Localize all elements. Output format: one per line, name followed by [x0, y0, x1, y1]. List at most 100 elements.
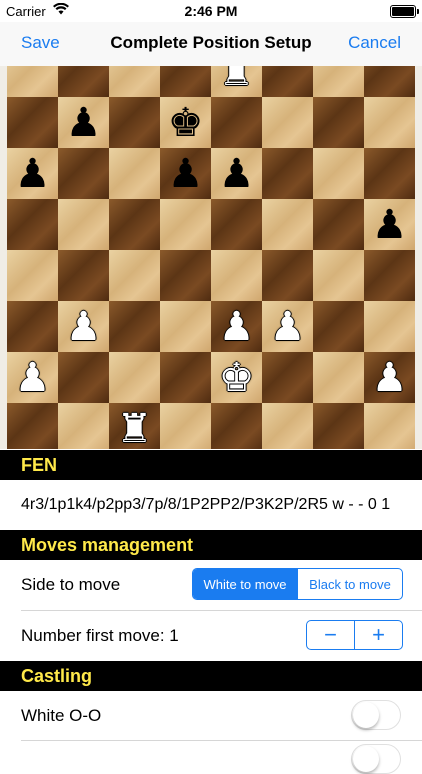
white-king-icon[interactable]: ♚ [219, 358, 255, 398]
white-rook-icon[interactable]: ♜ [219, 66, 255, 92]
square-a1[interactable] [7, 403, 58, 449]
square-e7[interactable] [211, 97, 262, 148]
castling-section-header: Castling [0, 661, 422, 691]
square-h1[interactable] [364, 403, 415, 449]
square-f6[interactable] [262, 148, 313, 199]
square-e8[interactable]: ♜ [211, 66, 262, 97]
black-pawn-icon[interactable]: ♟ [66, 103, 102, 143]
square-f8[interactable] [262, 66, 313, 97]
square-c6[interactable] [109, 148, 160, 199]
square-c4[interactable] [109, 250, 160, 301]
battery-icon [390, 5, 419, 18]
square-a8[interactable] [7, 66, 58, 97]
square-g1[interactable] [313, 403, 364, 449]
square-e4[interactable] [211, 250, 262, 301]
square-b7[interactable]: ♟ [58, 97, 109, 148]
square-h3[interactable] [364, 301, 415, 352]
moves-header-label: Moves management [21, 535, 194, 555]
square-f4[interactable] [262, 250, 313, 301]
square-d7[interactable]: ♚ [160, 97, 211, 148]
square-g5[interactable] [313, 199, 364, 250]
square-h7[interactable] [364, 97, 415, 148]
square-a4[interactable] [7, 250, 58, 301]
white-to-move-option[interactable]: White to move [193, 569, 297, 599]
black-pawn-icon[interactable]: ♟ [15, 154, 51, 194]
moves-section-header: Moves management [0, 530, 422, 560]
square-e3[interactable]: ♟ [211, 301, 262, 352]
fen-header-label: FEN [21, 455, 57, 475]
next-castling-toggle[interactable] [351, 744, 401, 774]
square-b6[interactable] [58, 148, 109, 199]
square-h4[interactable] [364, 250, 415, 301]
square-e5[interactable] [211, 199, 262, 250]
square-a3[interactable] [7, 301, 58, 352]
black-pawn-icon[interactable]: ♟ [168, 154, 204, 194]
square-f3[interactable]: ♟ [262, 301, 313, 352]
square-e1[interactable] [211, 403, 262, 449]
square-e6[interactable]: ♟ [211, 148, 262, 199]
black-pawn-icon[interactable]: ♟ [219, 154, 255, 194]
square-d3[interactable] [160, 301, 211, 352]
toggle-knob [353, 702, 379, 728]
fen-section-header: FEN [0, 450, 422, 480]
square-a5[interactable] [7, 199, 58, 250]
cancel-button[interactable]: Cancel [348, 33, 401, 53]
side-to-move-segmented-control[interactable]: White to move Black to move [192, 568, 403, 600]
white-pawn-icon[interactable]: ♟ [372, 358, 408, 398]
square-b8[interactable] [58, 66, 109, 97]
black-pawn-icon[interactable]: ♟ [372, 205, 408, 245]
square-a2[interactable]: ♟ [7, 352, 58, 403]
white-pawn-icon[interactable]: ♟ [270, 307, 306, 347]
square-h5[interactable]: ♟ [364, 199, 415, 250]
white-pawn-icon[interactable]: ♟ [15, 358, 51, 398]
square-d1[interactable] [160, 403, 211, 449]
square-d5[interactable] [160, 199, 211, 250]
first-move-stepper[interactable]: − + [306, 620, 403, 650]
chess-board[interactable]: ♜ ♟ ♚ ♟ ♟ ♟ ♟ ♟ ♟ ♟ ♟ ♚ ♟ ♜ [7, 66, 415, 449]
square-h8[interactable] [364, 66, 415, 97]
square-d8[interactable] [160, 66, 211, 97]
decrement-button[interactable]: − [307, 621, 354, 649]
square-g6[interactable] [313, 148, 364, 199]
square-g2[interactable] [313, 352, 364, 403]
square-f7[interactable] [262, 97, 313, 148]
square-c1[interactable]: ♜ [109, 403, 160, 449]
navigation-bar: Save Complete Position Setup Cancel [0, 22, 422, 66]
fen-row[interactable]: 4r3/1p1k4/p2pp3/7p/8/1P2PP2/P3K2P/2R5 w … [0, 480, 422, 530]
white-rook-icon[interactable]: ♜ [117, 409, 153, 449]
square-d2[interactable] [160, 352, 211, 403]
square-b4[interactable] [58, 250, 109, 301]
square-d4[interactable] [160, 250, 211, 301]
black-king-icon[interactable]: ♚ [168, 103, 204, 143]
square-h6[interactable] [364, 148, 415, 199]
fen-value: 4r3/1p1k4/p2pp3/7p/8/1P2PP2/P3K2P/2R5 w … [21, 496, 391, 513]
square-b3[interactable]: ♟ [58, 301, 109, 352]
square-d6[interactable]: ♟ [160, 148, 211, 199]
white-oo-toggle[interactable] [351, 700, 401, 730]
square-g4[interactable] [313, 250, 364, 301]
square-g7[interactable] [313, 97, 364, 148]
square-c8[interactable] [109, 66, 160, 97]
square-g3[interactable] [313, 301, 364, 352]
increment-button[interactable]: + [354, 621, 402, 649]
first-move-label: Number first move: 1 [21, 626, 179, 645]
square-b2[interactable] [58, 352, 109, 403]
square-f1[interactable] [262, 403, 313, 449]
white-pawn-icon[interactable]: ♟ [219, 307, 255, 347]
square-e2[interactable]: ♚ [211, 352, 262, 403]
square-b1[interactable] [58, 403, 109, 449]
square-c3[interactable] [109, 301, 160, 352]
square-a6[interactable]: ♟ [7, 148, 58, 199]
square-f2[interactable] [262, 352, 313, 403]
square-c2[interactable] [109, 352, 160, 403]
square-c5[interactable] [109, 199, 160, 250]
row-divider [21, 740, 422, 741]
square-f5[interactable] [262, 199, 313, 250]
square-a7[interactable] [7, 97, 58, 148]
black-to-move-option[interactable]: Black to move [297, 569, 402, 599]
square-h2[interactable]: ♟ [364, 352, 415, 403]
white-pawn-icon[interactable]: ♟ [66, 307, 102, 347]
square-c7[interactable] [109, 97, 160, 148]
square-g8[interactable] [313, 66, 364, 97]
square-b5[interactable] [58, 199, 109, 250]
